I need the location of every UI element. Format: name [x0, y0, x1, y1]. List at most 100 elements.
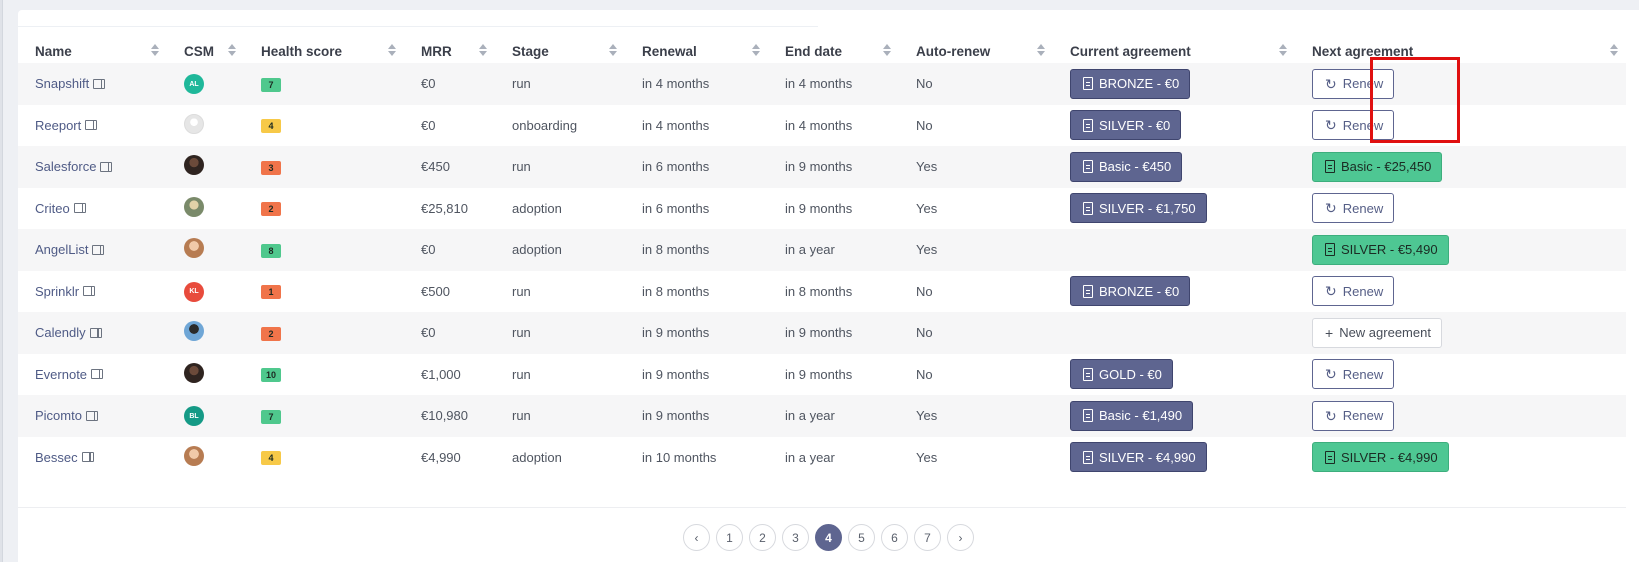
- account-name: AngelList: [35, 242, 89, 258]
- account-name-link[interactable]: Salesforce: [35, 159, 113, 174]
- csm-avatar: [184, 155, 204, 176]
- cell-csm: KL: [167, 270, 244, 312]
- column-header-end-date[interactable]: End date: [768, 39, 899, 63]
- pagination-page-7[interactable]: 7: [914, 524, 941, 551]
- current-agreement-button[interactable]: Basic - €1,490: [1070, 400, 1194, 431]
- account-name-link[interactable]: AngelList: [35, 242, 105, 258]
- open-panel-icon[interactable]: [83, 286, 96, 297]
- health-score-badge: 1: [261, 285, 281, 300]
- cell-auto-renew: Yes: [899, 436, 1053, 478]
- pagination-page-5[interactable]: 5: [848, 524, 875, 551]
- cell-health-score: 4: [244, 104, 404, 146]
- refresh-icon: ↻: [1325, 200, 1337, 217]
- account-name-link[interactable]: Picomto: [35, 408, 98, 423]
- account-name: Picomto: [35, 408, 82, 424]
- current-agreement-button[interactable]: BRONZE - €0: [1070, 276, 1191, 307]
- next-agreement-label: New agreement: [1339, 325, 1431, 341]
- next-agreement-label: Renew: [1342, 200, 1384, 216]
- next-agreement-button[interactable]: SILVER - €5,490: [1312, 234, 1449, 265]
- pagination-page-4[interactable]: 4: [815, 524, 842, 551]
- pagination-page-6[interactable]: 6: [881, 524, 908, 551]
- renew-button[interactable]: ↻ Renew: [1312, 193, 1395, 224]
- account-name-link[interactable]: Evernote: [35, 367, 104, 382]
- health-score-badge: 7: [261, 409, 281, 424]
- account-name-link[interactable]: Calendly: [35, 325, 102, 340]
- sort-icon[interactable]: [151, 44, 159, 58]
- column-header-stage[interactable]: Stage: [495, 39, 625, 63]
- current-agreement-button[interactable]: GOLD - €0: [1070, 359, 1173, 390]
- current-agreement-label: SILVER - €0: [1099, 117, 1171, 133]
- renew-button[interactable]: ↻ Renew: [1312, 359, 1395, 390]
- account-name-link[interactable]: Sprinklr: [35, 284, 96, 299]
- column-header-label: CSM: [184, 43, 214, 59]
- account-name-link[interactable]: Reeport: [35, 118, 98, 133]
- account-name-link[interactable]: Criteo: [35, 201, 86, 216]
- open-panel-icon[interactable]: [85, 120, 98, 131]
- cell-stage: run: [495, 312, 625, 354]
- cell-health-score: 10: [244, 353, 404, 395]
- cell-end-date: in a year: [768, 395, 899, 437]
- cell-auto-renew: Yes: [899, 146, 1053, 188]
- pagination-prev-button[interactable]: ‹: [683, 524, 710, 551]
- cell-mrr: €4,990: [404, 436, 495, 478]
- open-panel-icon[interactable]: [73, 203, 86, 214]
- sort-icon[interactable]: [388, 44, 396, 58]
- sort-icon[interactable]: [752, 44, 760, 58]
- next-agreement-button[interactable]: Basic - €25,450: [1312, 151, 1443, 182]
- open-panel-icon[interactable]: [91, 369, 104, 380]
- sort-icon[interactable]: [609, 44, 617, 58]
- renew-button[interactable]: ↻ Renew: [1312, 400, 1395, 431]
- sort-icon[interactable]: [1610, 44, 1618, 58]
- open-panel-icon[interactable]: [81, 452, 94, 463]
- refresh-icon: ↻: [1325, 283, 1337, 300]
- sort-icon[interactable]: [228, 44, 236, 58]
- sort-icon[interactable]: [479, 44, 487, 58]
- column-header-health-score[interactable]: Health score: [244, 39, 404, 63]
- cell-auto-renew: Yes: [899, 229, 1053, 271]
- current-agreement-button[interactable]: SILVER - €0: [1070, 110, 1182, 141]
- next-agreement-button[interactable]: SILVER - €4,990: [1312, 442, 1449, 473]
- cell-renewal: in 9 months: [625, 312, 768, 354]
- next-agreement-label: SILVER - €5,490: [1341, 242, 1438, 258]
- renew-button[interactable]: ↻ Renew: [1312, 276, 1395, 307]
- pagination-page-3[interactable]: 3: [782, 524, 809, 551]
- column-header-auto-renew[interactable]: Auto-renew: [899, 39, 1053, 63]
- column-header-current-agreement[interactable]: Current agreement: [1053, 39, 1295, 63]
- cell-stage: run: [495, 395, 625, 437]
- refresh-icon: ↻: [1325, 75, 1337, 92]
- column-header-mrr[interactable]: MRR: [404, 39, 495, 63]
- cell-auto-renew: No: [899, 312, 1053, 354]
- current-agreement-button[interactable]: SILVER - €4,990: [1070, 442, 1207, 473]
- column-header-renewal[interactable]: Renewal: [625, 39, 768, 63]
- pagination-page-2[interactable]: 2: [749, 524, 776, 551]
- account-name-link[interactable]: Snapshift: [35, 76, 106, 91]
- cell-name: AngelList: [18, 229, 167, 271]
- column-header-name[interactable]: Name: [18, 39, 167, 63]
- renew-button[interactable]: ↻ Renew: [1312, 110, 1395, 141]
- cell-mrr: €0: [404, 104, 495, 146]
- column-header-next-agreement[interactable]: Next agreement: [1295, 39, 1626, 63]
- new-agreement-button[interactable]: + New agreement: [1312, 317, 1442, 348]
- current-agreement-button[interactable]: BRONZE - €0: [1070, 68, 1191, 99]
- open-panel-icon[interactable]: [93, 78, 106, 89]
- cell-stage: adoption: [495, 229, 625, 271]
- cell-name: Criteo: [18, 187, 167, 229]
- sort-icon[interactable]: [1037, 44, 1045, 58]
- account-name-link[interactable]: Bessec: [35, 450, 94, 465]
- column-header-csm[interactable]: CSM: [167, 39, 244, 63]
- pagination-next-button[interactable]: ›: [947, 524, 974, 551]
- renew-button[interactable]: ↻ Renew: [1312, 68, 1395, 99]
- current-agreement-button[interactable]: Basic - €450: [1070, 151, 1183, 182]
- open-panel-icon[interactable]: [92, 244, 105, 255]
- sort-icon[interactable]: [1279, 44, 1287, 58]
- pagination-page-1[interactable]: 1: [716, 524, 743, 551]
- open-panel-icon[interactable]: [85, 410, 98, 421]
- open-panel-icon[interactable]: [100, 161, 113, 172]
- cell-health-score: 2: [244, 187, 404, 229]
- open-panel-icon[interactable]: [89, 327, 102, 338]
- cell-health-score: 2: [244, 312, 404, 354]
- cell-name: Bessec: [18, 436, 167, 478]
- sort-icon[interactable]: [883, 44, 891, 58]
- csm-avatar: [184, 196, 204, 217]
- current-agreement-button[interactable]: SILVER - €1,750: [1070, 193, 1207, 224]
